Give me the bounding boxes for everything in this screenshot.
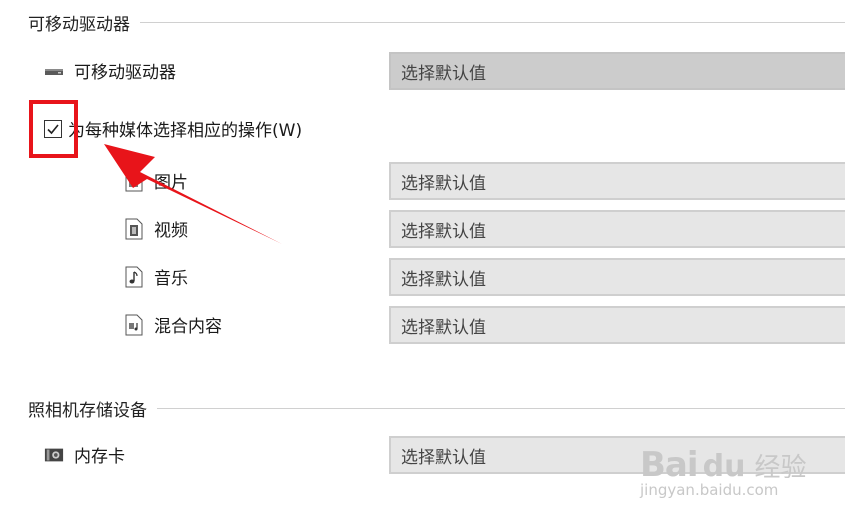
paw-icon: du (702, 449, 746, 484)
watermark-url: jingyan.baidu.com (640, 481, 779, 499)
baidu-watermark: Bai du 经验 jingyan.baidu.com (640, 445, 840, 525)
watermark-cn: 经验 (754, 453, 807, 483)
watermark-brand: Bai (640, 445, 699, 485)
